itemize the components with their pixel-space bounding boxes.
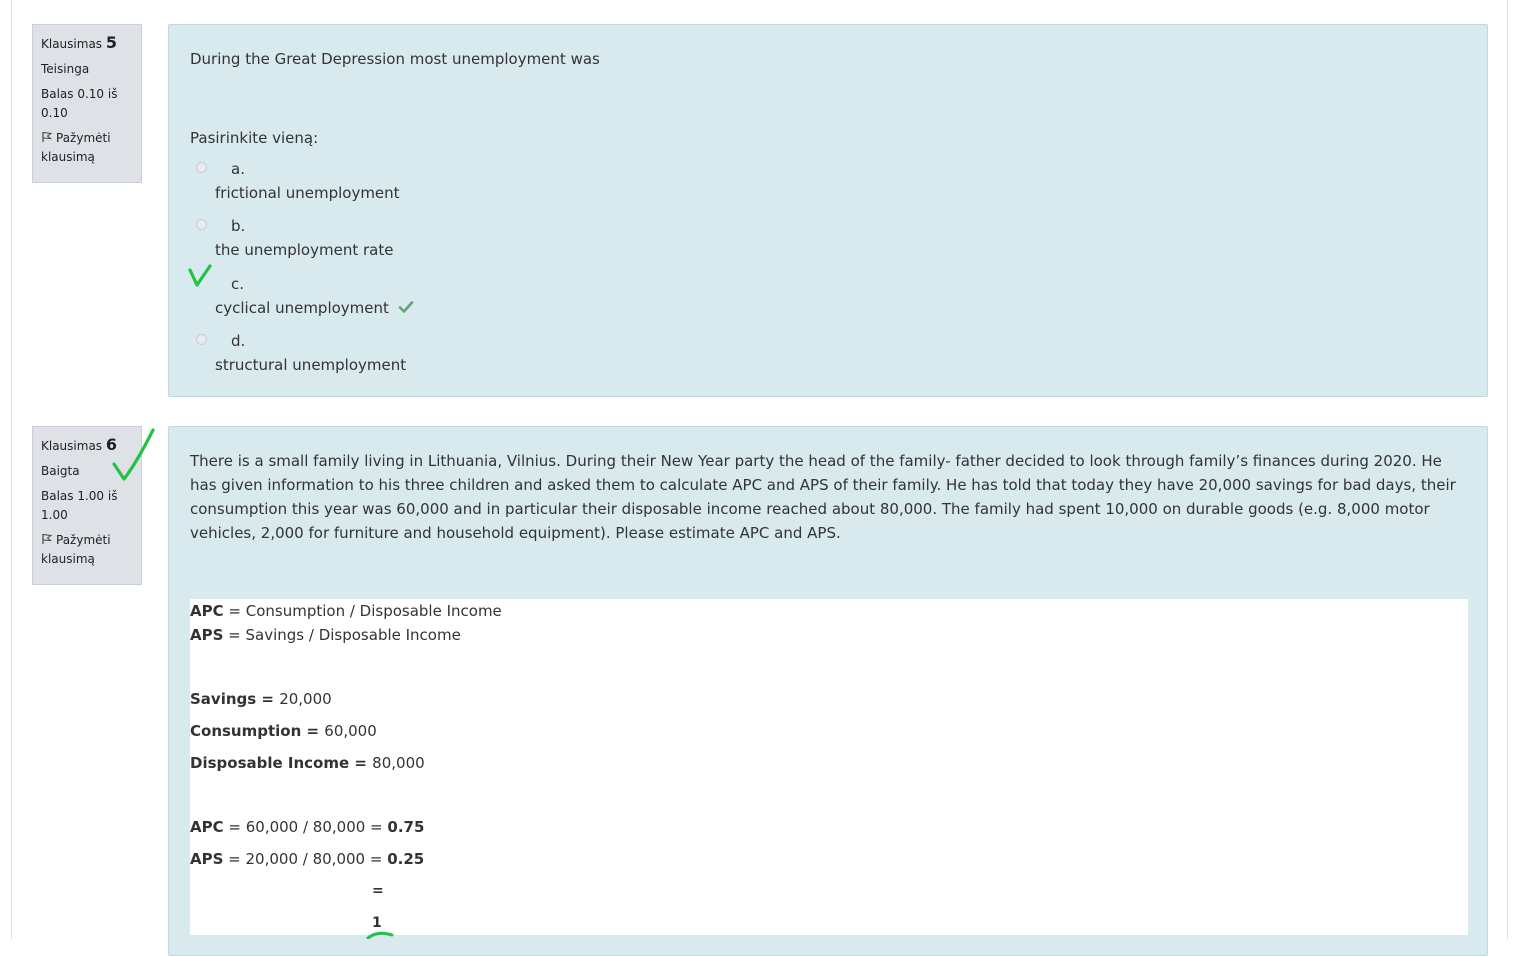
apc-formula-line: APC = Consumption / Disposable Income	[190, 602, 502, 620]
question-grade: Balas 0.10 iš 0.10	[41, 87, 118, 120]
savings-line: Savings = 20,000	[190, 690, 332, 708]
savings-value: 20,000	[279, 690, 332, 708]
apc-label: APC	[190, 818, 224, 836]
question-info-5: Klausimas 5 Teisinga Balas 0.10 iš 0.10 …	[32, 24, 142, 183]
correct-check-icon	[398, 301, 414, 313]
option-text: cyclical unemployment	[215, 299, 389, 317]
apc-calc-line: APC = 60,000 / 80,000 = 0.75	[190, 818, 424, 836]
option-text: the unemployment rate	[215, 241, 394, 259]
savings-label: Savings =	[190, 690, 280, 708]
apc-calc: = 60,000 / 80,000 =	[223, 818, 388, 836]
page-border-left	[11, 0, 12, 939]
question-number-value: 5	[105, 33, 118, 52]
apc-label: APC	[190, 602, 224, 620]
flag-question-link[interactable]: Pažymėti klausimą	[41, 129, 133, 167]
question-content-5: During the Great Depression most unemplo…	[168, 24, 1488, 397]
handdrawn-check-icon	[112, 428, 155, 481]
consumption-line: Consumption = 60,000	[190, 722, 377, 740]
question-number-label: Klausimas	[41, 37, 103, 51]
income-line: Disposable Income = 80,000	[190, 754, 425, 772]
flag-question-link[interactable]: Pažymėti klausimą	[41, 531, 133, 569]
sum-equals: =	[372, 883, 384, 899]
option-letter: c.	[231, 275, 245, 293]
aps-calc-line: APS = 20,000 / 80,000 = 0.25	[190, 850, 424, 868]
aps-result: 0.25	[387, 850, 425, 868]
consumption-value: 60,000	[324, 722, 377, 740]
radio-button-a[interactable]	[196, 162, 207, 173]
option-text: structural unemployment	[215, 356, 407, 374]
handdrawn-check-icon	[188, 264, 212, 287]
aps-calc: = 20,000 / 80,000 =	[223, 850, 388, 868]
aps-formula-line: APS = Savings / Disposable Income	[190, 626, 461, 644]
option-letter: b.	[231, 217, 246, 235]
answer-text-area[interactable]: APC = Consumption / Disposable Income AP…	[190, 599, 1468, 935]
handdrawn-underline-mark	[366, 931, 394, 939]
consumption-label: Consumption =	[190, 722, 325, 740]
flag-icon	[42, 132, 53, 142]
question-number-label: Klausimas	[41, 439, 103, 453]
income-label: Disposable Income =	[190, 754, 373, 772]
question-grade: Balas 1.00 iš 1.00	[41, 489, 118, 522]
radio-button-d[interactable]	[196, 334, 207, 345]
income-value: 80,000	[372, 754, 425, 772]
apc-formula: = Consumption / Disposable Income	[223, 602, 502, 620]
option-letter: a.	[231, 160, 245, 178]
option-letter: d.	[231, 332, 246, 350]
question-state: Teisinga	[41, 62, 90, 76]
sum-result: 1	[372, 915, 382, 931]
answer-prompt: Pasirinkite vieną:	[190, 129, 319, 147]
option-text: frictional unemployment	[215, 184, 400, 202]
aps-formula: = Savings / Disposable Income	[223, 626, 461, 644]
apc-result: 0.75	[387, 818, 425, 836]
question-text: During the Great Depression most unemplo…	[190, 50, 600, 68]
question-text: There is a small family living in Lithua…	[190, 452, 1456, 542]
page-border-right	[1507, 0, 1508, 939]
option-text-wrap: cyclical unemployment	[215, 299, 414, 317]
radio-button-b[interactable]	[196, 219, 207, 230]
aps-label: APS	[190, 626, 224, 644]
question-content-6: There is a small family living in Lithua…	[168, 426, 1488, 956]
question-number: Klausimas 5	[41, 33, 133, 54]
aps-label: APS	[190, 850, 224, 868]
flag-icon	[42, 534, 53, 544]
